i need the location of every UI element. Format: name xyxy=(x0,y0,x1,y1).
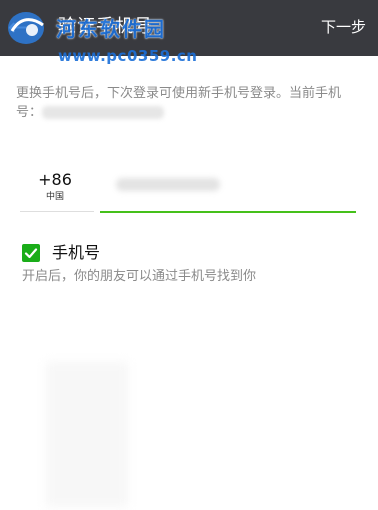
discover-by-phone-checkbox[interactable] xyxy=(22,244,40,262)
next-button[interactable]: 下一步 xyxy=(321,16,366,38)
discover-by-phone-description: 开启后，你的朋友可以通过手机号找到你 xyxy=(22,269,257,284)
change-phone-hint: 更换手机号后，下次登录可使用新手机号登录。当前手机号： xyxy=(16,84,366,122)
blurred-overlay xyxy=(46,362,128,507)
watermark-logo xyxy=(8,12,44,44)
discover-by-phone-label: 手机号 xyxy=(52,243,101,262)
phone-input-underline xyxy=(100,211,356,213)
watermark-url: www.pc0359.cn xyxy=(58,47,198,65)
country-name: 中国 xyxy=(45,192,64,202)
phone-number-redacted xyxy=(116,178,220,191)
checkmark-icon xyxy=(24,248,38,259)
current-phone-redacted xyxy=(42,106,165,119)
country-code-underline xyxy=(20,211,94,212)
country-code-value: +86 xyxy=(38,170,72,189)
watermark-site-name: 河东软件园 xyxy=(56,17,166,41)
country-code-selector[interactable]: +86 中国 xyxy=(22,170,88,203)
